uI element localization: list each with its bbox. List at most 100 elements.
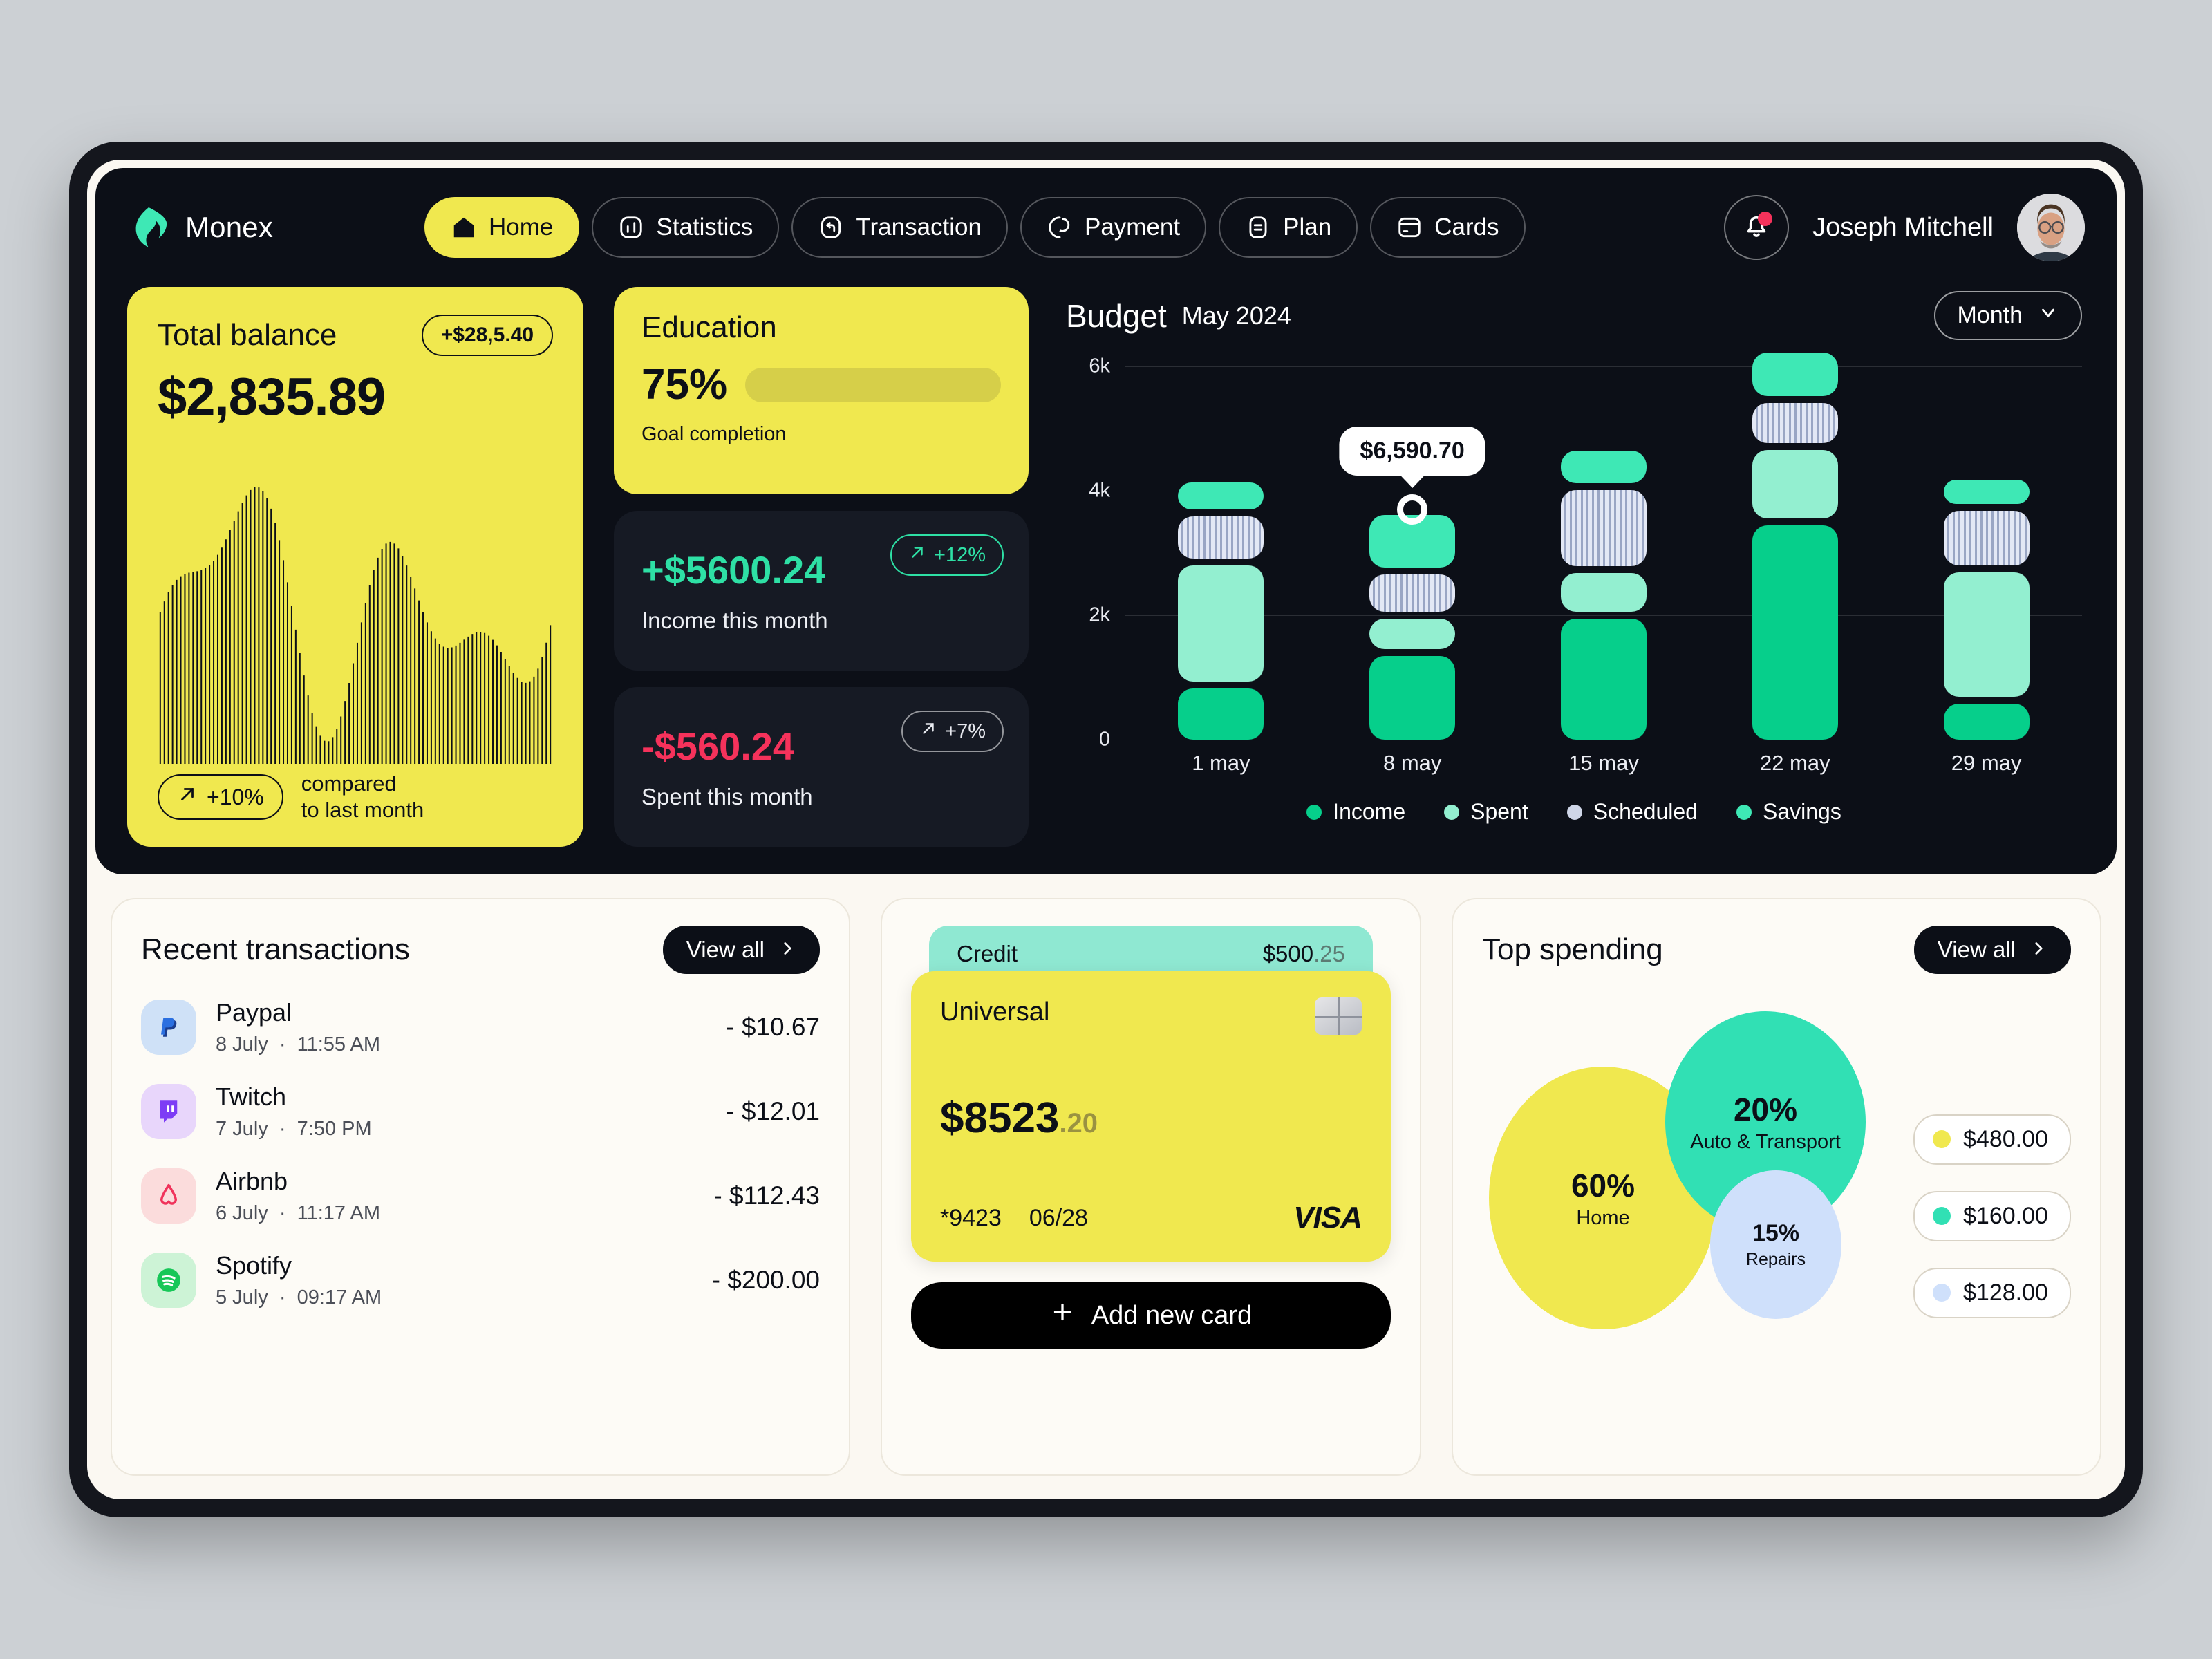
- bar-segment-income: [1752, 525, 1838, 740]
- education-progress-track: [745, 367, 1001, 402]
- bar-column[interactable]: [1891, 366, 2082, 740]
- credit-label: Credit: [957, 941, 1018, 966]
- bar-segment-income: [1178, 688, 1264, 740]
- balance-trend-value: +10%: [207, 784, 264, 809]
- budget-plot: 0 2k 4k 6k $6,590.70 1 may 8 may 15 may 22 may…: [1066, 352, 2082, 775]
- transaction-row[interactable]: Airbnb 6 July · 11:17 AM - $112.43: [141, 1154, 820, 1238]
- spending-amount-value: $128.00: [1963, 1279, 2048, 1306]
- y-tick-label: 4k: [1089, 479, 1110, 502]
- bar-segment-spent: [1178, 565, 1264, 682]
- chevron-down-icon: [2038, 302, 2059, 329]
- visa-logo: VISA: [1293, 1201, 1362, 1235]
- balance-title: Total balance: [158, 318, 337, 352]
- user-name: Joseph Mitchell: [1812, 212, 1994, 242]
- spent-label: Spent this month: [641, 784, 813, 809]
- x-tick-label: 15 may: [1568, 751, 1639, 775]
- top-navigation-bar: Monex Home Statistics Transaction Paymen…: [127, 191, 2085, 263]
- transaction-merchant: Spotify: [216, 1251, 292, 1280]
- bar-segment-scheduled: [1560, 489, 1647, 566]
- legend-item-savings[interactable]: Savings: [1736, 799, 1841, 825]
- transaction-arrow-icon: [818, 214, 844, 241]
- transaction-row[interactable]: Twitch 7 July · 7:50 PM - $12.01: [141, 1069, 820, 1154]
- avatar[interactable]: [2017, 194, 2085, 261]
- transaction-merchant: Twitch: [216, 1082, 287, 1111]
- list-icon: [1245, 214, 1271, 241]
- plot-area: $6,590.70: [1125, 352, 2082, 740]
- top-spending-header: Top spending View all: [1482, 926, 2071, 974]
- bar-column[interactable]: [1125, 366, 1317, 740]
- nav-item-home[interactable]: Home: [424, 197, 580, 258]
- legend-item-spent[interactable]: Spent: [1444, 799, 1528, 825]
- bar-column[interactable]: [1699, 352, 1891, 740]
- bar-segment-scheduled: [1178, 516, 1264, 559]
- pie-chart-icon: [1047, 214, 1073, 241]
- spending-bubble[interactable]: 15% Repairs: [1710, 1170, 1841, 1319]
- bar-segment-spent: [1369, 619, 1456, 649]
- x-axis-labels: 1 may 8 may 15 may 22 may 29 may: [1125, 751, 2082, 776]
- spending-amount-swatch: [1933, 1207, 1951, 1225]
- spotify-icon: [141, 1253, 196, 1308]
- legend-swatch: [1566, 804, 1582, 820]
- notification-button[interactable]: [1724, 195, 1790, 260]
- spending-amount-pill[interactable]: $128.00: [1913, 1267, 2071, 1318]
- nav-item-payment[interactable]: Payment: [1020, 197, 1207, 258]
- dashboard-dark-panel: Monex Home Statistics Transaction Paymen…: [95, 168, 2117, 874]
- legend-swatch: [1736, 804, 1752, 820]
- balance-change-badge: +$28,5.40: [421, 315, 553, 356]
- add-new-card-button[interactable]: Add new card: [911, 1282, 1391, 1349]
- spending-amount-list: $480.00 $160.00 $128.00: [1905, 984, 2071, 1448]
- bar-column[interactable]: [1317, 366, 1508, 740]
- transaction-info: Airbnb 6 July · 11:17 AM: [216, 1167, 380, 1225]
- spending-amount-pill[interactable]: $480.00: [1913, 1114, 2071, 1165]
- legend-item-income[interactable]: Income: [1306, 799, 1405, 825]
- spending-amount-value: $160.00: [1963, 1202, 2048, 1229]
- chart-legend: Income Spent Scheduled Savings: [1066, 799, 2082, 825]
- credit-amount-cents: .25: [1313, 941, 1345, 966]
- spent-card: +7% -$560.24 Spent this month: [614, 687, 1029, 847]
- transaction-datetime: 6 July · 11:17 AM: [216, 1202, 381, 1224]
- balance-amount: $2,835.89: [158, 368, 386, 427]
- arrow-up-right-icon: [177, 784, 198, 810]
- bank-card[interactable]: Universal $8523.20 *9423 06/28 VISA: [911, 971, 1391, 1262]
- card-expiry: 06/28: [1029, 1204, 1088, 1231]
- legend-label: Scheduled: [1593, 799, 1698, 824]
- legend-swatch: [1306, 804, 1322, 820]
- income-card: +12% +$5600.24 Income this month: [614, 511, 1029, 671]
- legend-label: Savings: [1762, 799, 1841, 824]
- balance-footer: +10% compared to last month: [158, 771, 553, 823]
- nav-label-transaction: Transaction: [856, 214, 982, 241]
- nav-item-statistics[interactable]: Statistics: [592, 197, 780, 258]
- add-new-card-label: Add new card: [1091, 1300, 1253, 1330]
- balance-sparkline: [158, 437, 553, 765]
- bar-segment-spent: [1943, 572, 2030, 697]
- top-spending-view-all-button[interactable]: View all: [1913, 926, 2071, 974]
- legend-item-scheduled[interactable]: Scheduled: [1566, 799, 1698, 825]
- budget-header: Budget May 2024 Month: [1066, 291, 2082, 340]
- transaction-row[interactable]: Paypal 8 July · 11:55 AM - $10.67: [141, 985, 820, 1069]
- bar-segment-scheduled: [1752, 402, 1838, 443]
- bar-segment-income: [1943, 703, 2030, 740]
- bar-segment-income: [1560, 618, 1647, 740]
- transaction-row[interactable]: Spotify 5 July · 09:17 AM - $200.00: [141, 1238, 820, 1322]
- paypal-icon: [141, 1000, 196, 1055]
- panel-grid: Total balance +$28,5.40 $2,835.89 +10% c…: [127, 287, 2085, 847]
- education-progress-row: 75%: [641, 360, 1001, 409]
- bar-segment-savings: [1178, 482, 1264, 509]
- spending-amount-swatch: [1933, 1130, 1951, 1148]
- bar-segment-savings: [1752, 352, 1838, 396]
- spending-amount-pill[interactable]: $160.00: [1913, 1190, 2071, 1241]
- transactions-view-all-button[interactable]: View all: [662, 926, 820, 974]
- budget-title: Budget: [1066, 297, 1167, 334]
- balance-comparison-note: compared to last month: [301, 771, 424, 823]
- nav-label-home: Home: [489, 214, 554, 241]
- bar-segment-spent: [1560, 572, 1647, 612]
- income-badge-value: +12%: [934, 543, 986, 566]
- transaction-list: Paypal 8 July · 11:55 AM - $10.67 Twitch 7 J…: [141, 985, 820, 1322]
- range-selector[interactable]: Month: [1933, 291, 2082, 340]
- nav-item-cards[interactable]: Cards: [1370, 197, 1526, 258]
- nav-item-transaction[interactable]: Transaction: [791, 197, 1008, 258]
- nav-item-plan[interactable]: Plan: [1219, 197, 1358, 258]
- chart-tooltip-marker: [1397, 494, 1428, 525]
- bar-column[interactable]: [1508, 366, 1700, 740]
- top-spending-body: 60% Home 20% Auto & Transport 15% Repairs $48…: [1482, 984, 2071, 1448]
